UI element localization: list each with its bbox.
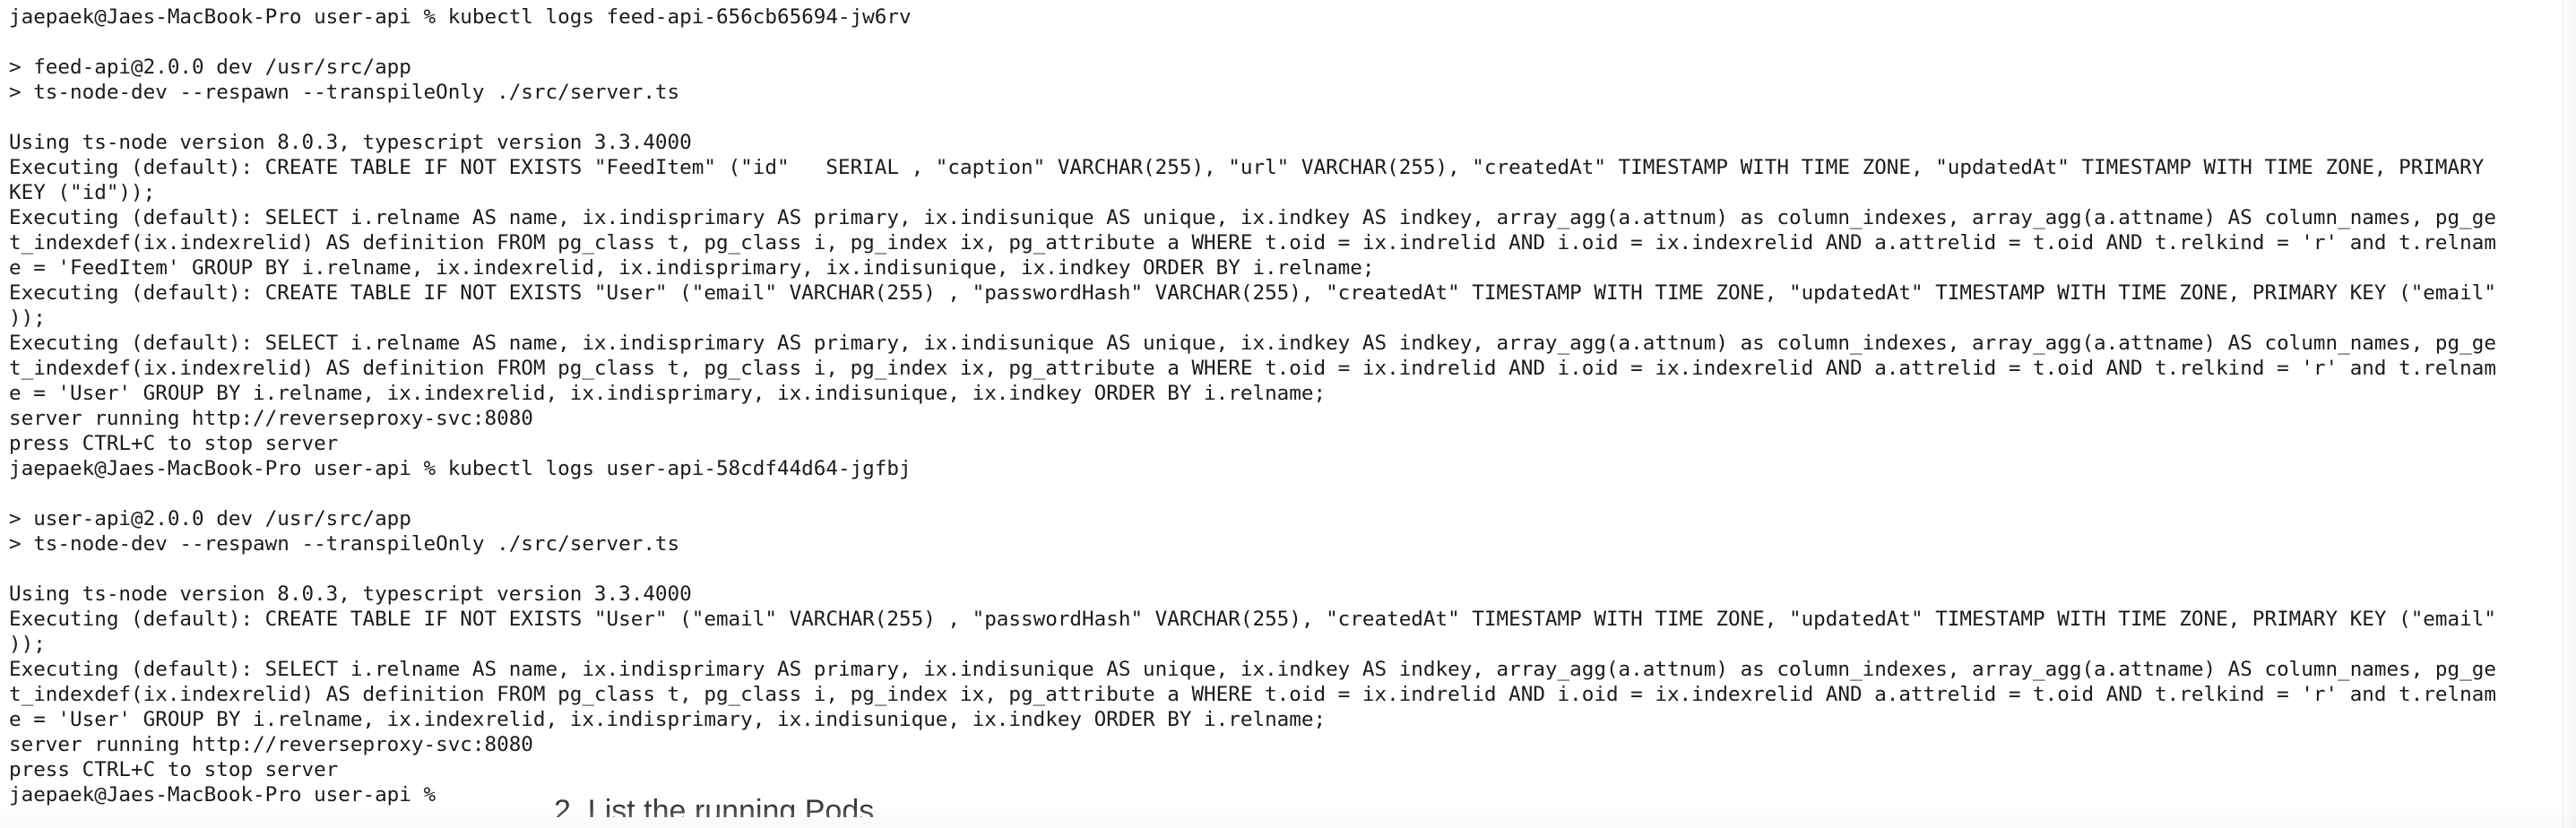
line-text: jaepaek@Jaes-MacBook-Pro user-api % kube…: [9, 5, 912, 29]
line-text: Executing (default): CREATE TABLE IF NOT…: [9, 156, 2485, 179]
line-text: Executing (default): SELECT i.relname AS…: [9, 206, 2496, 229]
line-text: KEY ("id"));: [9, 181, 156, 204]
line-text: e = 'FeedItem' GROUP BY i.relname, ix.in…: [9, 256, 1375, 280]
line-text: > feed-api@2.0.0 dev /usr/src/app: [9, 56, 411, 79]
line-text: Using ts-node version 8.0.3, typescript …: [9, 582, 692, 606]
line-text: server running http://reverseproxy-svc:8…: [9, 407, 533, 430]
output-line: [9, 105, 2571, 130]
output-line: [9, 556, 2571, 582]
line-text: server running http://reverseproxy-svc:8…: [9, 733, 533, 756]
output-line: Executing (default): SELECT i.relname AS…: [9, 331, 2571, 356]
terminal-scrollbar-edge[interactable]: [2563, 0, 2576, 828]
line-text: Executing (default): SELECT i.relname AS…: [9, 658, 2496, 681]
output-line: e = 'FeedItem' GROUP BY i.relname, ix.in…: [9, 255, 2571, 280]
output-line: [9, 30, 2571, 55]
output-line: ));: [9, 306, 2571, 331]
output-line: Executing (default): SELECT i.relname AS…: [9, 205, 2571, 230]
line-text: Executing (default): CREATE TABLE IF NOT…: [9, 608, 2496, 631]
line-text: Executing (default): CREATE TABLE IF NOT…: [9, 281, 2496, 305]
output-line: > ts-node-dev --respawn --transpileOnly …: [9, 531, 2571, 556]
terminal-window[interactable]: jaepaek@Jaes-MacBook-Pro user-api % kube…: [0, 0, 2576, 828]
line-text: press CTRL+C to stop server: [9, 758, 339, 781]
line-text: ));: [9, 633, 46, 656]
output-line: Using ts-node version 8.0.3, typescript …: [9, 582, 2571, 607]
output-line: KEY ("id"));: [9, 180, 2571, 205]
line-text: ));: [9, 306, 46, 330]
line-text: t_indexdef(ix.indexrelid) AS definition …: [9, 683, 2496, 706]
line-text: > ts-node-dev --respawn --transpileOnly …: [9, 532, 680, 556]
line-text: jaepaek@Jaes-MacBook-Pro user-api %: [9, 783, 448, 806]
output-line: > ts-node-dev --respawn --transpileOnly …: [9, 80, 2571, 105]
output-line: press CTRL+C to stop server: [9, 431, 2571, 456]
output-line: jaepaek@Jaes-MacBook-Pro user-api %: [9, 782, 2571, 807]
line-text: Executing (default): SELECT i.relname AS…: [9, 332, 2496, 355]
line-text: press CTRL+C to stop server: [9, 432, 339, 455]
line-text: jaepaek@Jaes-MacBook-Pro user-api % kube…: [9, 457, 912, 480]
output-line: press CTRL+C to stop server: [9, 757, 2571, 782]
output-line: t_indexdef(ix.indexrelid) AS definition …: [9, 230, 2571, 255]
line-text: e = 'User' GROUP BY i.relname, ix.indexr…: [9, 708, 1327, 731]
output-line: e = 'User' GROUP BY i.relname, ix.indexr…: [9, 381, 2571, 406]
output-line: jaepaek@Jaes-MacBook-Pro user-api % kube…: [9, 456, 2571, 481]
output-line: Executing (default): CREATE TABLE IF NOT…: [9, 155, 2571, 180]
output-line: Executing (default): CREATE TABLE IF NOT…: [9, 607, 2571, 632]
output-line: e = 'User' GROUP BY i.relname, ix.indexr…: [9, 707, 2571, 732]
output-line: > user-api@2.0.0 dev /usr/src/app: [9, 506, 2571, 531]
terminal-output: jaepaek@Jaes-MacBook-Pro user-api % kube…: [9, 4, 2571, 807]
output-line: server running http://reverseproxy-svc:8…: [9, 406, 2571, 431]
output-line: ));: [9, 632, 2571, 657]
output-line: t_indexdef(ix.indexrelid) AS definition …: [9, 682, 2571, 707]
output-line: > feed-api@2.0.0 dev /usr/src/app: [9, 55, 2571, 80]
prompt-line: [9, 481, 2571, 506]
line-text: > ts-node-dev --respawn --transpileOnly …: [9, 81, 680, 104]
output-line: Executing (default): CREATE TABLE IF NOT…: [9, 280, 2571, 306]
output-line: Executing (default): SELECT i.relname AS…: [9, 657, 2571, 682]
prompt-line: jaepaek@Jaes-MacBook-Pro user-api % kube…: [9, 4, 2571, 30]
output-line: Using ts-node version 8.0.3, typescript …: [9, 130, 2571, 155]
output-line: t_indexdef(ix.indexrelid) AS definition …: [9, 356, 2571, 381]
line-text: > user-api@2.0.0 dev /usr/src/app: [9, 507, 411, 530]
line-text: Using ts-node version 8.0.3, typescript …: [9, 131, 692, 154]
line-text: t_indexdef(ix.indexrelid) AS definition …: [9, 231, 2496, 254]
line-text: e = 'User' GROUP BY i.relname, ix.indexr…: [9, 382, 1327, 405]
output-line: server running http://reverseproxy-svc:8…: [9, 732, 2571, 757]
line-text: t_indexdef(ix.indexrelid) AS definition …: [9, 357, 2496, 380]
